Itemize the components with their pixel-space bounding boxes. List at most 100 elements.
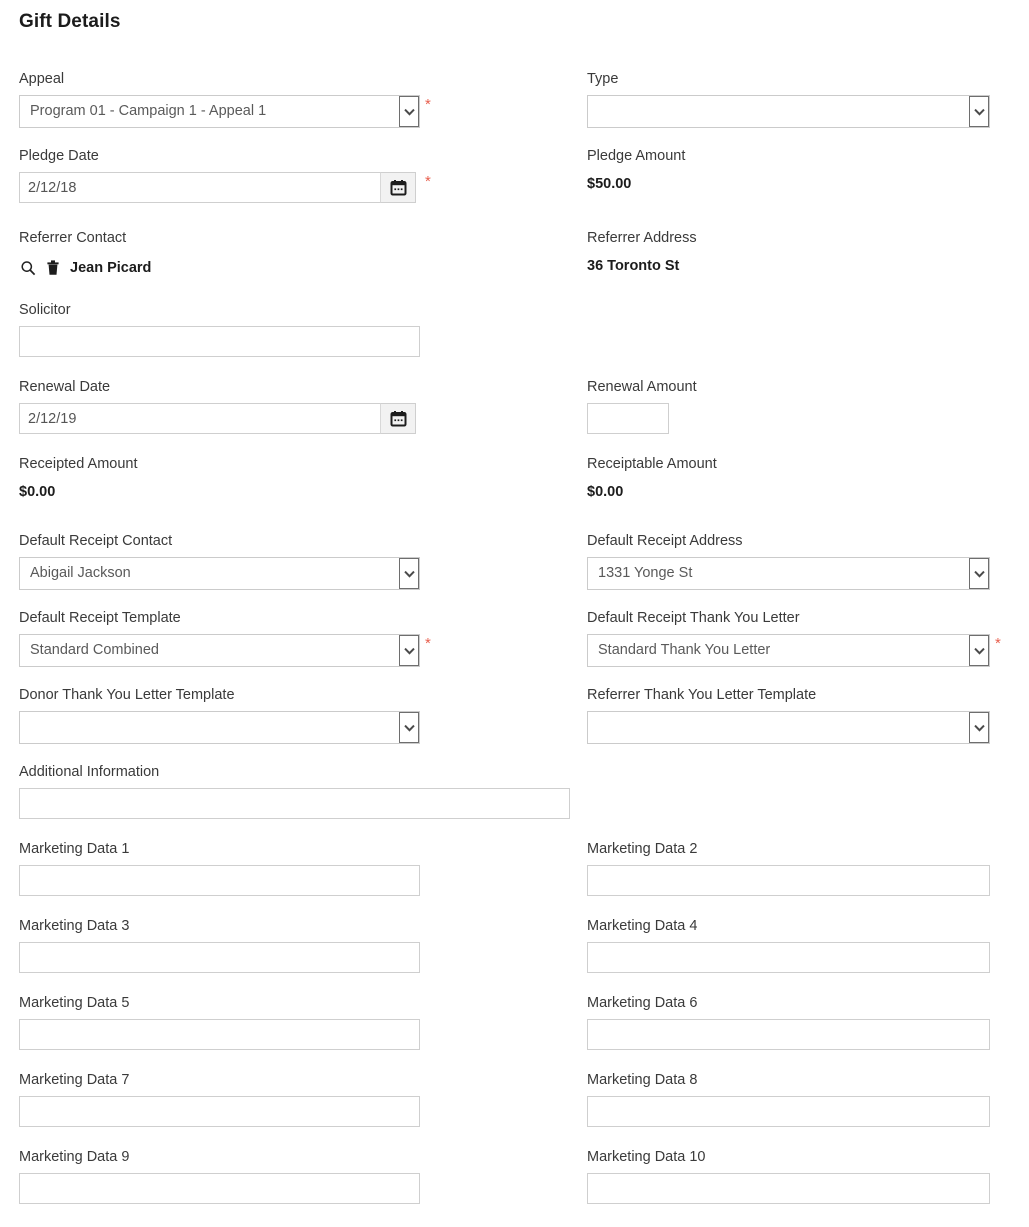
donor-thank-you-letter-template-label: Donor Thank You Letter Template	[19, 687, 235, 703]
default-receipt-template-selected-value: Standard Combined	[30, 642, 159, 658]
marketing-data-1-input[interactable]	[19, 865, 420, 896]
additional-information-label: Additional Information	[19, 764, 160, 780]
field-marketing-data-10: Marketing Data 10	[587, 1149, 990, 1204]
field-appeal: Appeal Program 01 - Campaign 1 - Appeal …	[19, 71, 431, 128]
default-receipt-thank-you-letter-required-indicator: *	[995, 635, 1001, 652]
default-receipt-contact-select[interactable]: Abigail Jackson	[19, 557, 420, 590]
renewal-amount-input[interactable]	[587, 403, 669, 434]
renewal-date-label: Renewal Date	[19, 379, 111, 395]
donor-thank-you-letter-template-select[interactable]	[19, 711, 420, 744]
search-icon[interactable]	[19, 260, 36, 277]
marketing-data-2-input[interactable]	[587, 865, 990, 896]
marketing-data-7-input[interactable]	[19, 1096, 420, 1127]
default-receipt-thank-you-letter-select[interactable]: Standard Thank You Letter	[587, 634, 990, 667]
field-additional-information: Additional Information	[19, 764, 570, 819]
referrer-contact-label: Referrer Contact	[19, 230, 127, 246]
default-receipt-address-selected-value: 1331 Yonge St	[598, 565, 693, 581]
marketing-data-9-label: Marketing Data 9	[19, 1149, 130, 1165]
chevron-down-icon[interactable]	[969, 558, 989, 589]
chevron-down-icon[interactable]	[399, 635, 419, 666]
marketing-data-5-label: Marketing Data 5	[19, 995, 130, 1011]
field-marketing-data-3: Marketing Data 3	[19, 918, 420, 973]
appeal-label: Appeal	[19, 71, 65, 87]
marketing-data-2-label: Marketing Data 2	[587, 841, 698, 857]
default-receipt-template-required-indicator: *	[425, 635, 431, 652]
field-marketing-data-9: Marketing Data 9	[19, 1149, 420, 1204]
renewal-date-input[interactable]	[19, 403, 416, 434]
default-receipt-thank-you-letter-selected-value: Standard Thank You Letter	[598, 642, 771, 658]
receiptable-amount-label: Receiptable Amount	[587, 456, 717, 472]
chevron-down-icon[interactable]	[969, 96, 989, 127]
marketing-data-8-label: Marketing Data 8	[587, 1072, 698, 1088]
renewal-amount-label: Renewal Amount	[587, 379, 697, 395]
calendar-icon[interactable]	[380, 172, 416, 203]
pledge-amount-label: Pledge Amount	[587, 148, 686, 164]
receiptable-amount-value: $0.00	[587, 484, 624, 500]
pledge-amount-value: $50.00	[587, 176, 632, 192]
pledge-date-required-indicator: *	[425, 173, 431, 190]
field-marketing-data-1: Marketing Data 1	[19, 841, 420, 896]
field-renewal-date: Renewal Date	[19, 379, 416, 434]
marketing-data-10-label: Marketing Data 10	[587, 1149, 706, 1165]
marketing-data-1-label: Marketing Data 1	[19, 841, 130, 857]
field-receiptable-amount: Receiptable Amount $0.00	[587, 456, 717, 501]
default-receipt-contact-label: Default Receipt Contact	[19, 533, 173, 549]
receipted-amount-label: Receipted Amount	[19, 456, 138, 472]
chevron-down-icon[interactable]	[969, 712, 989, 743]
referrer-address-label: Referrer Address	[587, 230, 697, 246]
default-receipt-template-select[interactable]: Standard Combined	[19, 634, 420, 667]
additional-information-input[interactable]	[19, 788, 570, 819]
marketing-data-7-label: Marketing Data 7	[19, 1072, 130, 1088]
referrer-contact-value: Jean Picard	[70, 260, 152, 276]
marketing-data-6-input[interactable]	[587, 1019, 990, 1050]
referrer-thank-you-letter-template-selected-value	[588, 712, 989, 743]
field-default-receipt-thank-you-letter: Default Receipt Thank You Letter Standar…	[587, 610, 1001, 667]
solicitor-input[interactable]	[19, 326, 420, 357]
chevron-down-icon[interactable]	[399, 712, 419, 743]
chevron-down-icon[interactable]	[399, 96, 419, 127]
marketing-data-4-input[interactable]	[587, 942, 990, 973]
default-receipt-contact-selected-value: Abigail Jackson	[30, 565, 131, 581]
field-marketing-data-2: Marketing Data 2	[587, 841, 990, 896]
type-select[interactable]	[587, 95, 990, 128]
marketing-data-5-input[interactable]	[19, 1019, 420, 1050]
field-solicitor: Solicitor	[19, 302, 420, 357]
chevron-down-icon[interactable]	[399, 558, 419, 589]
pledge-date-input[interactable]	[19, 172, 416, 203]
pledge-date-group	[19, 172, 416, 203]
field-default-receipt-template: Default Receipt Template Standard Combin…	[19, 610, 431, 667]
receipted-amount-value: $0.00	[19, 484, 56, 500]
default-receipt-address-label: Default Receipt Address	[587, 533, 743, 549]
field-renewal-amount: Renewal Amount	[587, 379, 697, 434]
field-marketing-data-5: Marketing Data 5	[19, 995, 420, 1050]
default-receipt-address-select[interactable]: 1331 Yonge St	[587, 557, 990, 590]
referrer-contact-controls: Jean Picard	[19, 258, 151, 278]
marketing-data-3-label: Marketing Data 3	[19, 918, 130, 934]
field-pledge-date: Pledge Date *	[19, 148, 431, 203]
marketing-data-8-input[interactable]	[587, 1096, 990, 1127]
page-title: Gift Details	[19, 11, 121, 32]
solicitor-label: Solicitor	[19, 302, 71, 318]
field-referrer-address: Referrer Address 36 Toronto St	[587, 230, 697, 275]
default-receipt-thank-you-letter-label: Default Receipt Thank You Letter	[587, 610, 800, 626]
renewal-date-group	[19, 403, 416, 434]
chevron-down-icon[interactable]	[969, 635, 989, 666]
marketing-data-3-input[interactable]	[19, 942, 420, 973]
default-receipt-template-label: Default Receipt Template	[19, 610, 181, 626]
marketing-data-10-input[interactable]	[587, 1173, 990, 1204]
field-referrer-thank-you-letter-template: Referrer Thank You Letter Template	[587, 687, 990, 744]
appeal-select[interactable]: Program 01 - Campaign 1 - Appeal 1	[19, 95, 420, 128]
field-donor-thank-you-letter-template: Donor Thank You Letter Template	[19, 687, 420, 744]
donor-thank-you-letter-template-selected-value	[20, 712, 419, 743]
field-marketing-data-6: Marketing Data 6	[587, 995, 990, 1050]
field-default-receipt-contact: Default Receipt Contact Abigail Jackson	[19, 533, 420, 590]
referrer-address-value: 36 Toronto St	[587, 258, 680, 274]
calendar-icon[interactable]	[380, 403, 416, 434]
type-label: Type	[587, 71, 619, 87]
marketing-data-6-label: Marketing Data 6	[587, 995, 698, 1011]
field-referrer-contact: Referrer Contact Jean Picard	[19, 230, 151, 278]
marketing-data-9-input[interactable]	[19, 1173, 420, 1204]
trash-icon[interactable]	[44, 260, 61, 277]
referrer-thank-you-letter-template-select[interactable]	[587, 711, 990, 744]
field-receipted-amount: Receipted Amount $0.00	[19, 456, 138, 501]
